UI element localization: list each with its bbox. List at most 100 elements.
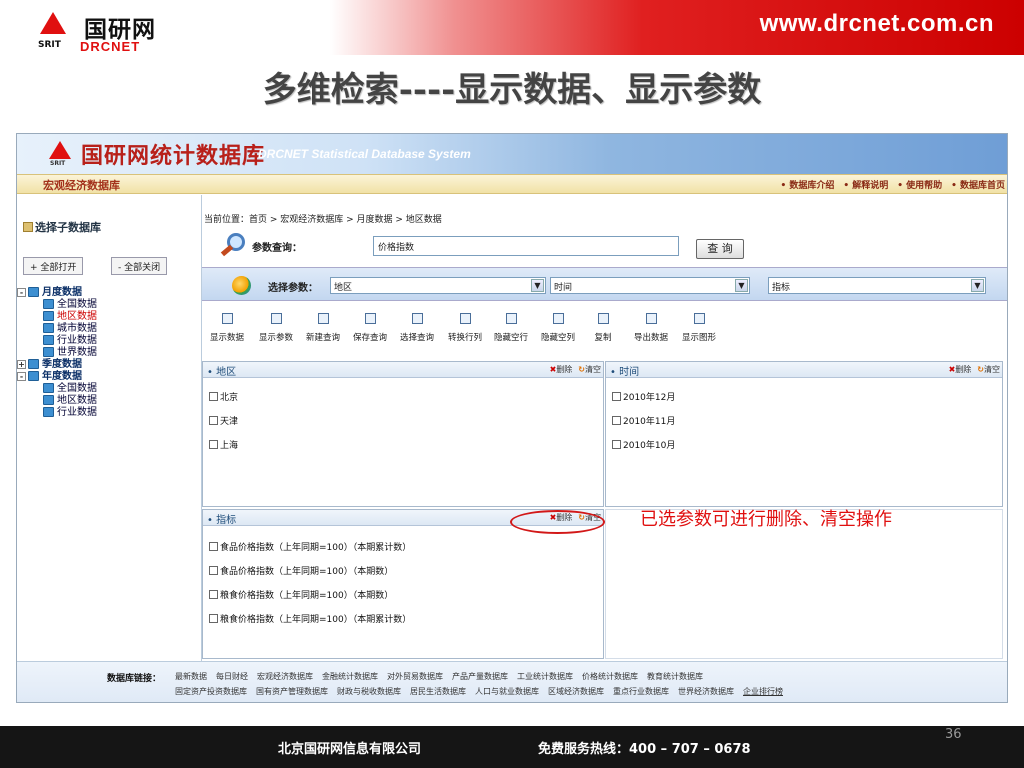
checkbox[interactable] bbox=[612, 392, 621, 401]
show-chart-button[interactable]: 显示图形 bbox=[676, 307, 722, 343]
db-link[interactable]: 企业排行榜 bbox=[743, 687, 783, 696]
indicator-option[interactable]: 食品价格指数（上年同期=100）（本期数） bbox=[209, 564, 393, 577]
db-link[interactable]: 金融统计数据库 bbox=[322, 672, 378, 681]
collapse-icon[interactable]: - bbox=[17, 287, 26, 297]
hide-empty-rows-button[interactable]: 隐藏空行 bbox=[488, 307, 534, 343]
save-query-button[interactable]: 保存查询 bbox=[347, 307, 393, 343]
checkbox[interactable] bbox=[209, 542, 218, 551]
app-window: SRIT 国研网统计数据库 DRCNET Statistical Databas… bbox=[16, 133, 1008, 703]
time-option[interactable]: 2010年10月 bbox=[612, 438, 675, 451]
time-panel-header: • 时间 ✖删除 ↻清空 bbox=[606, 362, 1002, 378]
checkbox[interactable] bbox=[612, 440, 621, 449]
link-explanation[interactable]: • 解释说明 bbox=[843, 181, 888, 191]
copy-button[interactable]: 复制 bbox=[588, 307, 618, 343]
tree-label: 世界数据 bbox=[57, 347, 97, 358]
transpose-button[interactable]: 转换行列 bbox=[442, 307, 488, 343]
tree-node-annual-national[interactable]: 全国数据 bbox=[17, 383, 97, 395]
db-link[interactable]: 每日财经 bbox=[216, 672, 248, 681]
checkbox[interactable] bbox=[209, 440, 218, 449]
database-tree: - 月度数据 全国数据 地区数据 城市数据 行业数据 世界数据 + 季度数据 - 年度… bbox=[17, 287, 97, 419]
tree-node-annual[interactable]: - 年度数据 bbox=[17, 371, 97, 383]
time-option[interactable]: 2010年11月 bbox=[612, 414, 675, 427]
db-link[interactable]: 对外贸易数据库 bbox=[387, 672, 443, 681]
db-link[interactable]: 工业统计数据库 bbox=[517, 672, 573, 681]
db-link[interactable]: 财政与税收数据库 bbox=[337, 687, 401, 696]
time-option[interactable]: 2010年12月 bbox=[612, 390, 675, 403]
db-link[interactable]: 固定资产投资数据库 bbox=[175, 687, 247, 696]
clear-label: 清空 bbox=[984, 365, 1000, 374]
tree-node-quarterly[interactable]: + 季度数据 bbox=[17, 359, 97, 371]
database-title: 宏观经济数据库 bbox=[43, 179, 120, 192]
select-query-button[interactable]: 选择查询 bbox=[394, 307, 440, 343]
close-all-button[interactable]: - 全部关闭 bbox=[111, 257, 168, 275]
tree-node-annual-regional[interactable]: 地区数据 bbox=[17, 395, 97, 407]
show-params-button[interactable]: 显示参数 bbox=[253, 307, 299, 343]
query-input[interactable]: 价格指数 bbox=[373, 236, 679, 256]
hide-empty-cols-button[interactable]: 隐藏空列 bbox=[535, 307, 581, 343]
db-link[interactable]: 国有资产管理数据库 bbox=[256, 687, 328, 696]
folder-icon bbox=[28, 371, 39, 381]
collapse-icon[interactable]: - bbox=[17, 371, 26, 381]
time-select[interactable]: 时间 ▼ bbox=[550, 277, 750, 294]
tree-node-annual-industry[interactable]: 行业数据 bbox=[17, 407, 97, 419]
chevron-down-icon[interactable]: ▼ bbox=[735, 279, 748, 292]
db-link[interactable]: 教育统计数据库 bbox=[647, 672, 703, 681]
db-link[interactable]: 世界经济数据库 bbox=[678, 687, 734, 696]
link-help[interactable]: • 使用帮助 bbox=[897, 181, 942, 191]
db-link[interactable]: 宏观经济数据库 bbox=[257, 672, 313, 681]
checkbox[interactable] bbox=[209, 416, 218, 425]
region-option[interactable]: 上海 bbox=[209, 438, 238, 451]
indicator-option[interactable]: 粮食价格指数（上年同期=100）（本期数） bbox=[209, 588, 393, 601]
checkbox[interactable] bbox=[209, 590, 218, 599]
checkbox[interactable] bbox=[209, 566, 218, 575]
tree-node-national[interactable]: 全国数据 bbox=[17, 299, 97, 311]
new-query-button[interactable]: 新建查询 bbox=[300, 307, 346, 343]
links-row-2: 固定资产投资数据库 国有资产管理数据库 财政与税收数据库 居民生活数据库 人口与就业数据… bbox=[175, 686, 792, 697]
region-select[interactable]: 地区 ▼ bbox=[330, 277, 546, 294]
indicator-option[interactable]: 粮食价格指数（上年同期=100）（本期累计数） bbox=[209, 612, 411, 625]
delete-button[interactable]: ✖删除 bbox=[550, 365, 573, 374]
indicator-select[interactable]: 指标 ▼ bbox=[768, 277, 986, 294]
db-link[interactable]: 居民生活数据库 bbox=[410, 687, 466, 696]
indicator-option[interactable]: 食品价格指数（上年同期=100）（本期累计数） bbox=[209, 540, 411, 553]
tree-node-world[interactable]: 世界数据 bbox=[17, 347, 97, 359]
tree-node-regional[interactable]: 地区数据 bbox=[17, 311, 97, 323]
checkbox[interactable] bbox=[209, 392, 218, 401]
db-link[interactable]: 人口与就业数据库 bbox=[475, 687, 539, 696]
chevron-down-icon[interactable]: ▼ bbox=[531, 279, 544, 292]
delete-button[interactable]: ✖删除 bbox=[949, 365, 972, 374]
toolbar-label: 显示图形 bbox=[681, 333, 716, 343]
tree-node-city[interactable]: 城市数据 bbox=[17, 323, 97, 335]
clear-label: 清空 bbox=[585, 365, 601, 374]
db-link[interactable]: 产品产量数据库 bbox=[452, 672, 508, 681]
db-link[interactable]: 区域经济数据库 bbox=[548, 687, 604, 696]
open-all-button[interactable]: + 全部打开 bbox=[23, 257, 84, 275]
logo-en-text: DRCNET bbox=[80, 39, 141, 54]
db-link[interactable]: 价格统计数据库 bbox=[582, 672, 638, 681]
database-icon bbox=[43, 383, 54, 393]
expand-icon[interactable]: + bbox=[17, 359, 26, 369]
link-db-home[interactable]: • 数据库首页 bbox=[951, 181, 1005, 191]
tree-node-monthly[interactable]: - 月度数据 bbox=[17, 287, 97, 299]
chevron-down-icon[interactable]: ▼ bbox=[971, 279, 984, 292]
option-label: 2010年11月 bbox=[623, 417, 676, 427]
tree-label: 城市数据 bbox=[57, 323, 97, 334]
toolbar-label: 隐藏空行 bbox=[493, 333, 528, 343]
tree-node-industry[interactable]: 行业数据 bbox=[17, 335, 97, 347]
query-label: 参数查询： bbox=[252, 243, 302, 254]
query-button[interactable]: 查 询 bbox=[696, 239, 744, 259]
clear-button[interactable]: ↻清空 bbox=[977, 365, 1000, 374]
clear-button[interactable]: ↻清空 bbox=[578, 365, 601, 374]
export-data-button[interactable]: 导出数据 bbox=[628, 307, 674, 343]
checkbox[interactable] bbox=[209, 614, 218, 623]
link-db-intro[interactable]: • 数据库介绍 bbox=[780, 181, 834, 191]
save-icon bbox=[364, 313, 376, 324]
show-data-button[interactable]: 显示数据 bbox=[204, 307, 250, 343]
region-option[interactable]: 天津 bbox=[209, 414, 238, 427]
app-logo-icon bbox=[49, 141, 71, 159]
db-link[interactable]: 重点行业数据库 bbox=[613, 687, 669, 696]
db-link[interactable]: 最新数据 bbox=[175, 672, 207, 681]
highlight-oval bbox=[510, 510, 605, 534]
region-option[interactable]: 北京 bbox=[209, 390, 238, 403]
checkbox[interactable] bbox=[612, 416, 621, 425]
